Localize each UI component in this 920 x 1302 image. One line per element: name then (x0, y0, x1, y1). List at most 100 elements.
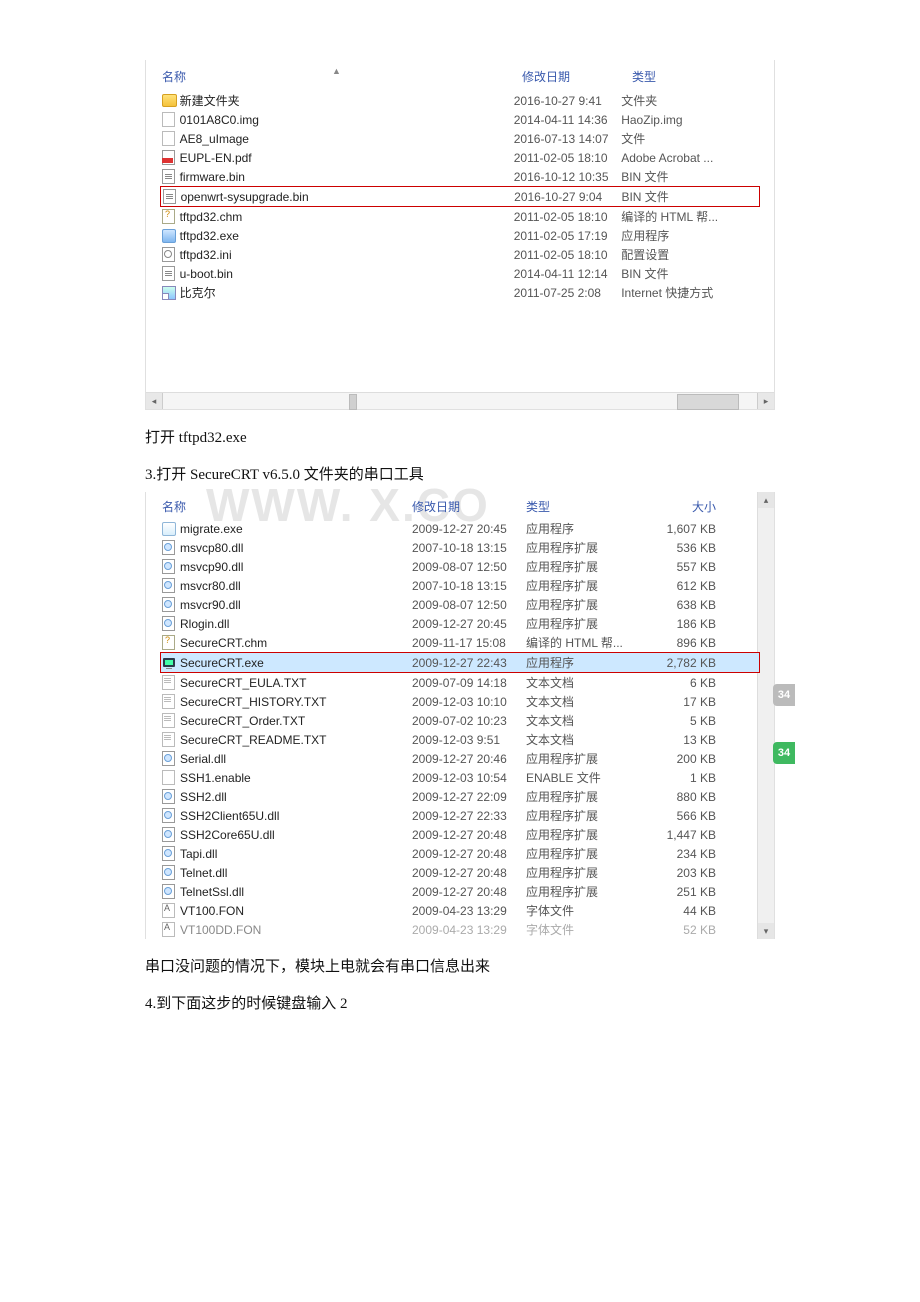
horizontal-scrollbar[interactable]: ◂ ▸ (146, 392, 774, 409)
file-name: SSH2Core65U.dll (180, 828, 412, 842)
col-type-header[interactable]: 类型 (632, 68, 752, 85)
highlighted-file: openwrt-sysupgrade.bin2016-10-27 9:04BIN… (160, 186, 760, 207)
file-size: 6 KB (650, 676, 716, 690)
fon-icon (162, 903, 175, 918)
file-date: 2016-10-27 9:41 (514, 94, 621, 108)
scroll-track[interactable] (163, 393, 757, 409)
scroll-right-icon[interactable]: ▸ (757, 393, 774, 409)
col2-name-header[interactable]: 名称 (162, 498, 412, 515)
col2-type-header[interactable]: 类型 (526, 498, 650, 515)
file-date: 2009-08-07 12:50 (412, 560, 526, 574)
file-type: 应用程序扩展 (526, 577, 650, 594)
col2-size-header[interactable]: 大小 (650, 498, 716, 515)
file-name: 新建文件夹 (180, 92, 514, 109)
file-date: 2014-04-11 12:14 (514, 267, 621, 281)
file-row[interactable]: 0101A8C0.img2014-04-11 14:36HaoZip.img (146, 110, 774, 129)
file-row[interactable]: VT100.FON2009-04-23 13:29字体文件44 KB (146, 901, 774, 920)
file-row[interactable]: SecureCRT_Order.TXT2009-07-02 10:23文本文档5… (146, 711, 774, 730)
file-icon-cell (162, 150, 180, 165)
col2-date-header[interactable]: 修改日期 (412, 498, 526, 515)
ini-icon (162, 247, 175, 262)
scroll-thumb[interactable] (349, 394, 357, 410)
file-size: 896 KB (650, 636, 716, 650)
file-date: 2009-12-27 22:09 (412, 790, 526, 804)
dll-icon (162, 540, 175, 555)
column-headers-2: 名称 修改日期 类型 大小 (146, 492, 774, 519)
file-date: 2009-07-02 10:23 (412, 714, 526, 728)
file-icon-cell (162, 808, 180, 823)
file-date: 2011-07-25 2:08 (514, 286, 621, 300)
file-row[interactable]: msvcr80.dll2007-10-18 13:15应用程序扩展612 KB (146, 576, 774, 595)
file-date: 2016-07-13 14:07 (514, 132, 621, 146)
file-date: 2014-04-11 14:36 (514, 113, 621, 127)
file-name: SSH2.dll (180, 790, 412, 804)
fon-icon (162, 922, 175, 937)
file-type: 文本文档 (526, 712, 650, 729)
dll-icon (162, 578, 175, 593)
file-row[interactable]: SSH1.enable2009-12-03 10:54ENABLE 文件1 KB (146, 768, 774, 787)
file-row[interactable]: SecureCRT_EULA.TXT2009-07-09 14:18文本文档6 … (146, 673, 774, 692)
file-icon-cell (162, 522, 180, 536)
file-date: 2009-12-03 10:10 (412, 695, 526, 709)
file-type: 应用程序扩展 (526, 807, 650, 824)
col-name-header[interactable]: 名称 ▲ (162, 68, 522, 85)
file-date: 2011-02-05 18:10 (514, 151, 621, 165)
file-row[interactable]: AE8_uImage2016-07-13 14:07文件 (146, 129, 774, 148)
file-name: SecureCRT.chm (180, 636, 412, 650)
badge-number-1: 34 (773, 684, 795, 706)
side-badge-1[interactable]: 34 (773, 684, 795, 706)
file-type: Adobe Acrobat ... (621, 151, 758, 165)
file-row[interactable]: VT100DD.FON2009-04-23 13:29字体文件52 KB (146, 920, 774, 939)
file-name: Telnet.dll (180, 866, 412, 880)
file-icon-cell (162, 903, 180, 918)
file-row[interactable]: tftpd32.chm2011-02-05 18:10编译的 HTML 帮... (146, 207, 774, 226)
file-name: SSH2Client65U.dll (180, 809, 412, 823)
file-row[interactable]: SSH2.dll2009-12-27 22:09应用程序扩展880 KB (146, 787, 774, 806)
file-row[interactable]: SecureCRT_HISTORY.TXT2009-12-03 10:10文本文… (146, 692, 774, 711)
file-row[interactable]: SSH2Client65U.dll2009-12-27 22:33应用程序扩展5… (146, 806, 774, 825)
file-icon-cell (162, 635, 180, 650)
txt-icon (162, 713, 175, 728)
file-type: 应用程序扩展 (526, 788, 650, 805)
file-icon-cell (162, 846, 180, 861)
file-row[interactable]: msvcr90.dll2009-08-07 12:50应用程序扩展638 KB (146, 595, 774, 614)
file-row[interactable]: tftpd32.ini2011-02-05 18:10配置设置 (146, 245, 774, 264)
file-icon-cell (162, 827, 180, 842)
file-size: 557 KB (650, 560, 716, 574)
file-icon-cell (162, 209, 180, 224)
file-date: 2011-02-05 17:19 (514, 229, 621, 243)
file-row[interactable]: SecureCRT.exe2009-12-27 22:43应用程序2,782 K… (161, 653, 759, 672)
file-row[interactable]: firmware.bin2016-10-12 10:35BIN 文件 (146, 167, 774, 186)
file-row[interactable]: SecureCRT_README.TXT2009-12-03 9:51文本文档1… (146, 730, 774, 749)
side-badge-2[interactable]: 34 (773, 742, 795, 764)
file-row[interactable]: migrate.exe2009-12-27 20:45应用程序1,607 KB (146, 519, 774, 538)
file-row[interactable]: msvcp90.dll2009-08-07 12:50应用程序扩展557 KB (146, 557, 774, 576)
file-row[interactable]: msvcp80.dll2007-10-18 13:15应用程序扩展536 KB (146, 538, 774, 557)
file-row[interactable]: SecureCRT.chm2009-11-17 15:08编译的 HTML 帮.… (146, 633, 774, 652)
file-date: 2009-12-27 22:33 (412, 809, 526, 823)
file-row[interactable]: openwrt-sysupgrade.bin2016-10-27 9:04BIN… (162, 187, 759, 206)
file-row[interactable]: Telnet.dll2009-12-27 20:48应用程序扩展203 KB (146, 863, 774, 882)
file-row[interactable]: TelnetSsl.dll2009-12-27 20:48应用程序扩展251 K… (146, 882, 774, 901)
file-row[interactable]: u-boot.bin2014-04-11 12:14BIN 文件 (146, 264, 774, 283)
file-row[interactable]: EUPL-EN.pdf2011-02-05 18:10Adobe Acrobat… (146, 148, 774, 167)
file-date: 2009-04-23 13:29 (412, 923, 526, 937)
file-row[interactable]: SSH2Core65U.dll2009-12-27 20:48应用程序扩展1,4… (146, 825, 774, 844)
file-row[interactable]: Tapi.dll2009-12-27 20:48应用程序扩展234 KB (146, 844, 774, 863)
file-icon-cell (162, 266, 180, 281)
col-date-header[interactable]: 修改日期 (522, 68, 632, 85)
file-date: 2009-12-27 20:48 (412, 847, 526, 861)
file-name: tftpd32.ini (180, 248, 514, 262)
scroll-left-icon[interactable]: ◂ (146, 393, 163, 409)
scroll-thumb-right[interactable] (677, 394, 739, 410)
file-row[interactable]: tftpd32.exe2011-02-05 17:19应用程序 (146, 226, 774, 245)
file-name: openwrt-sysupgrade.bin (181, 190, 515, 204)
file-row[interactable]: 新建文件夹2016-10-27 9:41文件夹 (146, 91, 774, 110)
file-date: 2009-12-27 20:46 (412, 752, 526, 766)
file-row[interactable]: Serial.dll2009-12-27 20:46应用程序扩展200 KB (146, 749, 774, 768)
file-size: 234 KB (650, 847, 716, 861)
file-icon-cell (162, 694, 180, 709)
file-date: 2009-12-27 20:45 (412, 617, 526, 631)
file-row[interactable]: 比克尔2011-07-25 2:08Internet 快捷方式 (146, 283, 774, 302)
file-row[interactable]: Rlogin.dll2009-12-27 20:45应用程序扩展186 KB (146, 614, 774, 633)
